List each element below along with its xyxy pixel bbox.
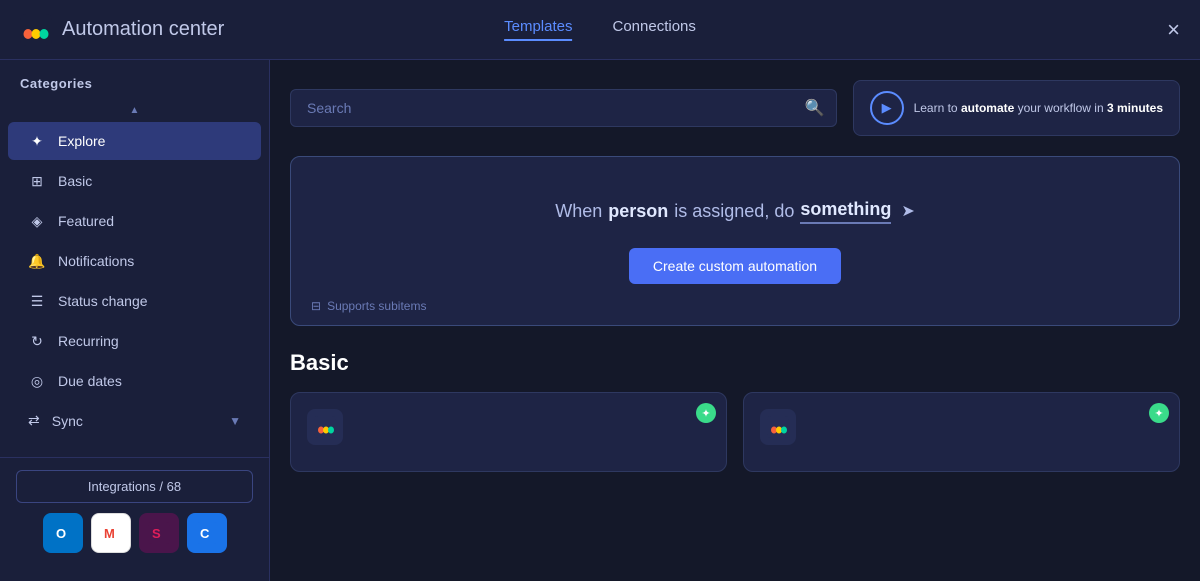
sync-chevron-icon: ▼ xyxy=(229,414,241,428)
sidebar-item-recurring-label: Recurring xyxy=(58,333,119,349)
sidebar-item-notifications[interactable]: 🔔 Notifications xyxy=(8,242,261,280)
integrations-button[interactable]: Integrations / 68 xyxy=(16,470,253,503)
sidebar-item-status-change-label: Status change xyxy=(58,293,148,309)
header-tabs: Templates Connections xyxy=(504,18,696,41)
sidebar-item-explore[interactable]: ✦ Explore xyxy=(8,122,261,160)
tab-templates[interactable]: Templates xyxy=(504,18,572,41)
sidebar-item-featured[interactable]: ◈ Featured xyxy=(8,202,261,240)
due-dates-icon: ◎ xyxy=(28,372,46,390)
svg-text:C: C xyxy=(200,526,210,541)
logo-area: Automation center xyxy=(20,14,224,46)
subitems-icon: ⊟ xyxy=(311,299,321,313)
sidebar-item-recurring[interactable]: ↻ Recurring xyxy=(8,322,261,360)
app-logo xyxy=(20,14,52,46)
slack-icon[interactable]: S xyxy=(139,513,179,553)
integration-icons-row: O M S C xyxy=(16,513,253,553)
sentence-something-group: something xyxy=(800,199,891,224)
sentence-when: When xyxy=(555,201,602,222)
sidebar-item-notifications-label: Notifications xyxy=(58,253,134,269)
sentence-person: person xyxy=(608,201,668,222)
basic-section-heading: Basic xyxy=(290,350,1180,376)
close-button[interactable]: × xyxy=(1167,19,1180,41)
video-play-button[interactable]: ▶ xyxy=(870,91,904,125)
notifications-icon: 🔔 xyxy=(28,252,46,270)
card-logo-2 xyxy=(760,409,796,445)
tab-connections[interactable]: Connections xyxy=(612,18,695,41)
scroll-top-indicator: ▲ xyxy=(0,101,269,120)
app-name-bold: Automation xyxy=(62,18,163,40)
calendar-icon[interactable]: C xyxy=(187,513,227,553)
sidebar-bottom: Integrations / 68 O M S C xyxy=(0,457,269,565)
sync-icon: ⇄ xyxy=(28,412,40,429)
svg-text:M: M xyxy=(104,526,115,541)
automation-card-2[interactable]: ✦ xyxy=(743,392,1180,472)
search-icon[interactable]: 🔍 xyxy=(805,98,825,118)
app-header: Automation center Templates Connections … xyxy=(0,0,1200,60)
custom-automation-card: When person is assigned, do something ➤ … xyxy=(290,156,1180,326)
play-icon: ▶ xyxy=(882,100,892,116)
app-title: Automation center xyxy=(62,18,224,41)
card-badge-2: ✦ xyxy=(1149,403,1169,423)
search-input[interactable] xyxy=(290,89,837,127)
explore-icon: ✦ xyxy=(28,132,46,150)
sidebar-scroll: ✦ Explore ⊞ Basic ◈ Featured 🔔 Notificat… xyxy=(0,120,269,457)
card-badge-1: ✦ xyxy=(696,403,716,423)
recurring-icon: ↻ xyxy=(28,332,46,350)
supports-subitems-label: Supports subitems xyxy=(327,299,426,313)
automation-card-1[interactable]: ✦ xyxy=(290,392,727,472)
svg-text:S: S xyxy=(152,526,161,541)
featured-icon: ◈ xyxy=(28,212,46,230)
sentence-something: something xyxy=(800,199,891,224)
main-layout: Categories ▲ ✦ Explore ⊞ Basic ◈ Feature… xyxy=(0,60,1200,581)
status-change-icon: ☰ xyxy=(28,292,46,310)
sidebar-item-due-dates[interactable]: ◎ Due dates xyxy=(8,362,261,400)
app-subtitle: center xyxy=(163,18,224,40)
content-area: 🔍 ▶ Learn to automate your workflow in 3… xyxy=(270,60,1200,581)
sync-left: ⇄ Sync xyxy=(28,412,83,429)
sidebar-item-featured-label: Featured xyxy=(58,213,114,229)
search-container: 🔍 xyxy=(290,89,837,127)
sentence-mid: is assigned, do xyxy=(674,201,794,222)
video-promo-card[interactable]: ▶ Learn to automate your workflow in 3 m… xyxy=(853,80,1180,136)
sidebar-item-status-change[interactable]: ☰ Status change xyxy=(8,282,261,320)
sidebar-item-sync-label: Sync xyxy=(52,413,83,429)
automation-sentence: When person is assigned, do something ➤ xyxy=(555,199,915,224)
sidebar-item-sync[interactable]: ⇄ Sync ▼ xyxy=(8,402,261,439)
card-logo-1 xyxy=(307,409,343,445)
outlook-icon[interactable]: O xyxy=(43,513,83,553)
sidebar-item-basic-label: Basic xyxy=(58,173,92,189)
top-row: 🔍 ▶ Learn to automate your workflow in 3… xyxy=(290,80,1180,136)
sidebar-item-basic[interactable]: ⊞ Basic xyxy=(8,162,261,200)
sidebar-item-due-dates-label: Due dates xyxy=(58,373,122,389)
create-custom-automation-button[interactable]: Create custom automation xyxy=(629,248,841,284)
sidebar-item-explore-label: Explore xyxy=(58,133,105,149)
gmail-icon[interactable]: M xyxy=(91,513,131,553)
basic-icon: ⊞ xyxy=(28,172,46,190)
supports-subitems: ⊟ Supports subitems xyxy=(311,299,426,313)
svg-text:O: O xyxy=(56,526,66,541)
sidebar: Categories ▲ ✦ Explore ⊞ Basic ◈ Feature… xyxy=(0,60,270,581)
send-arrow-icon: ➤ xyxy=(901,201,914,221)
automation-cards-row: ✦ ✦ xyxy=(290,392,1180,472)
categories-label: Categories xyxy=(0,76,269,101)
video-promo-text: Learn to automate your workflow in 3 min… xyxy=(914,100,1163,117)
